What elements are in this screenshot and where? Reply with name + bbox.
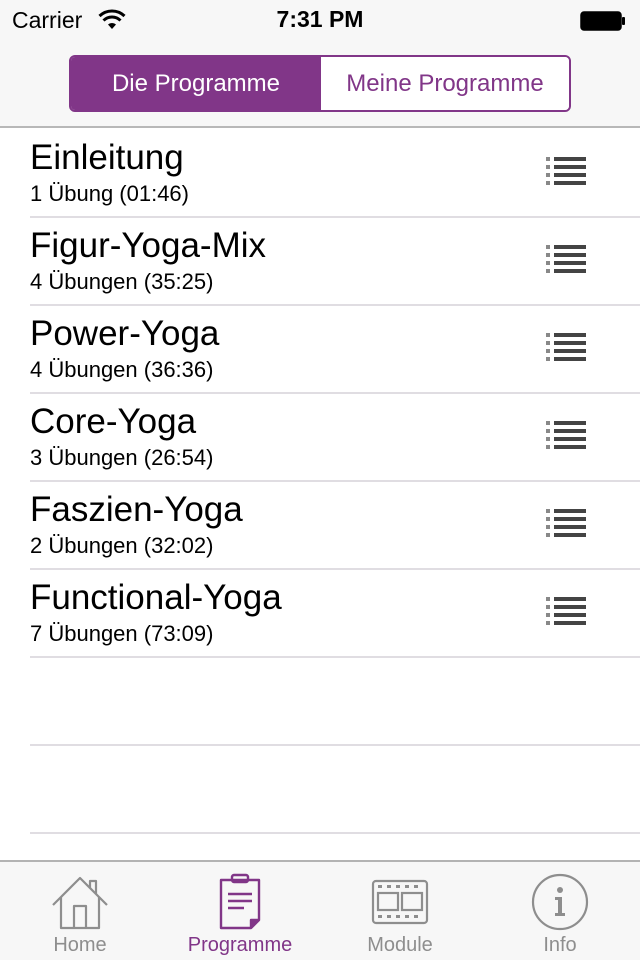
tab-label: Module <box>367 934 433 956</box>
segment-label: Die Programme <box>111 69 281 97</box>
program-subtitle: 1 Übung (01:46) <box>30 181 189 206</box>
program-row[interactable]: Einleitung 1 Übung (01:46) <box>30 130 640 218</box>
program-subtitle: 2 Übungen (32:02) <box>30 533 214 558</box>
tab-module[interactable]: Module <box>320 862 480 960</box>
empty-row <box>30 658 640 746</box>
segment-label: Meine Programme <box>346 69 544 97</box>
tab-bar: Home Programme Module Info <box>0 860 640 960</box>
program-title: Functional-Yoga <box>30 578 282 617</box>
list-icon[interactable] <box>544 330 588 364</box>
clock: 7:31 PM <box>276 6 364 32</box>
program-row[interactable]: Figur-Yoga-Mix 4 Übungen (35:25) <box>30 218 640 306</box>
battery-full-icon <box>580 11 625 31</box>
tab-label: Programme <box>187 934 293 956</box>
list-icon[interactable] <box>544 154 588 188</box>
navigation-header: Carrier 7:31 PM Die Programme Meine Prog… <box>0 0 640 128</box>
list-icon[interactable] <box>544 506 588 540</box>
info-icon <box>531 873 589 931</box>
program-row[interactable]: Core-Yoga 3 Übungen (26:54) <box>30 394 640 482</box>
segment-meine-programme[interactable]: Meine Programme <box>321 57 569 110</box>
tab-programme[interactable]: Programme <box>160 862 320 960</box>
list-icon[interactable] <box>544 594 588 628</box>
program-row[interactable]: Power-Yoga 4 Übungen (36:36) <box>30 306 640 394</box>
program-row[interactable]: Faszien-Yoga 2 Übungen (32:02) <box>30 482 640 570</box>
film-strip-icon <box>371 879 429 925</box>
list-icon[interactable] <box>544 242 588 276</box>
status-bar: Carrier 7:31 PM <box>0 0 640 40</box>
program-subtitle: 4 Übungen (35:25) <box>30 269 214 294</box>
tab-label: Info <box>543 934 577 956</box>
program-list: Einleitung 1 Übung (01:46) Figur-Yoga-Mi… <box>0 130 640 834</box>
house-icon <box>52 876 108 930</box>
program-subtitle: 7 Übungen (73:09) <box>30 621 214 646</box>
list-icon[interactable] <box>544 418 588 452</box>
program-title: Einleitung <box>30 138 184 177</box>
program-row[interactable]: Functional-Yoga 7 Übungen (73:09) <box>30 570 640 658</box>
program-title: Power-Yoga <box>30 314 220 353</box>
tab-label: Home <box>53 934 107 956</box>
clipboard-icon <box>219 873 261 930</box>
empty-row <box>30 746 640 834</box>
program-subtitle: 4 Übungen (36:36) <box>30 357 214 382</box>
segment-die-programme[interactable]: Die Programme <box>71 57 321 110</box>
program-subtitle: 3 Übungen (26:54) <box>30 445 214 470</box>
program-title: Faszien-Yoga <box>30 490 243 529</box>
program-title: Core-Yoga <box>30 402 197 441</box>
program-title: Figur-Yoga-Mix <box>30 226 267 265</box>
programs-segmented-control: Die Programme Meine Programme <box>69 55 571 112</box>
tab-info[interactable]: Info <box>480 862 640 960</box>
tab-home[interactable]: Home <box>0 862 160 960</box>
